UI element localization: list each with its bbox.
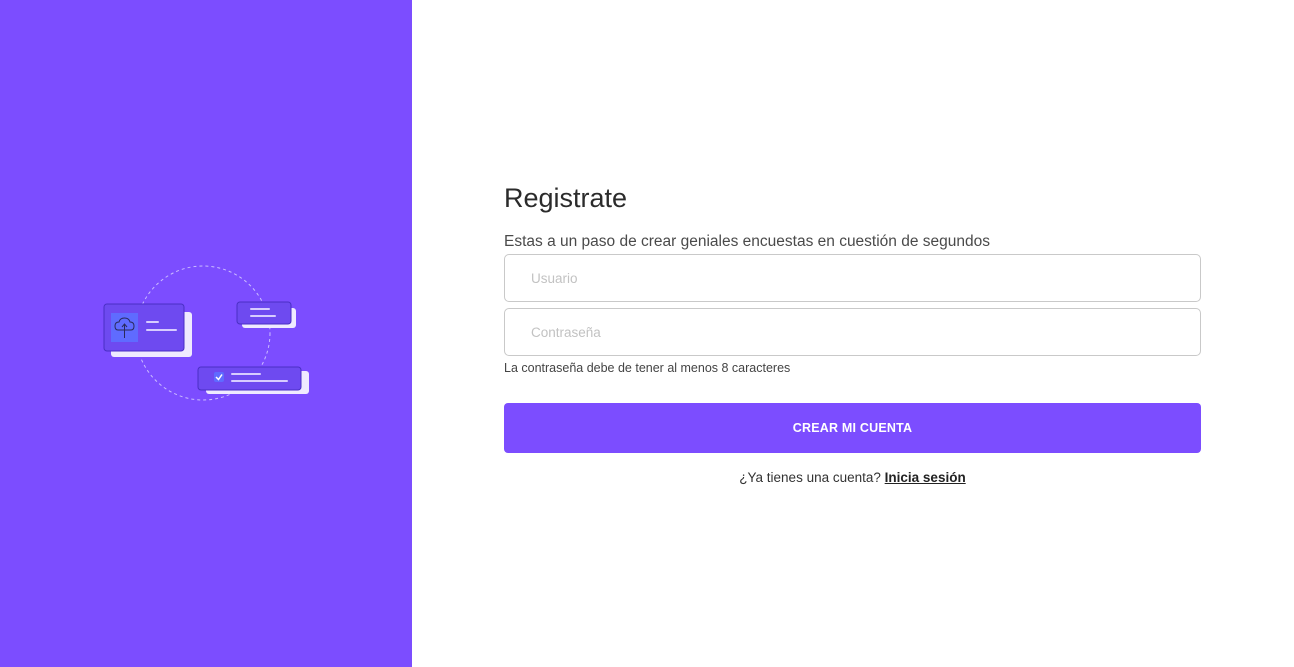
login-prompt-line: ¿Ya tienes una cuenta? Inicia sesión (504, 469, 1201, 487)
brand-panel (0, 0, 412, 667)
page-title: Registrate (504, 183, 628, 213)
signup-form: Registrate Estas a un paso de crear geni… (504, 180, 1201, 487)
signup-page: Registrate Estas a un paso de crear geni… (0, 0, 1294, 667)
page-subtitle: Estas a un paso de crear geniales encues… (504, 233, 990, 250)
survey-illustration (103, 265, 309, 401)
form-panel: Registrate Estas a un paso de crear geni… (412, 0, 1294, 667)
checkmark-icon (214, 372, 224, 382)
login-link[interactable]: Inicia sesión (885, 470, 966, 485)
username-input[interactable] (504, 254, 1201, 302)
password-hint: La contraseña debe de tener al menos 8 c… (504, 361, 791, 375)
password-input[interactable] (504, 308, 1201, 356)
login-prompt-text: ¿Ya tienes una cuenta? (739, 470, 881, 485)
create-account-button[interactable]: CREAR MI CUENTA (504, 403, 1201, 453)
